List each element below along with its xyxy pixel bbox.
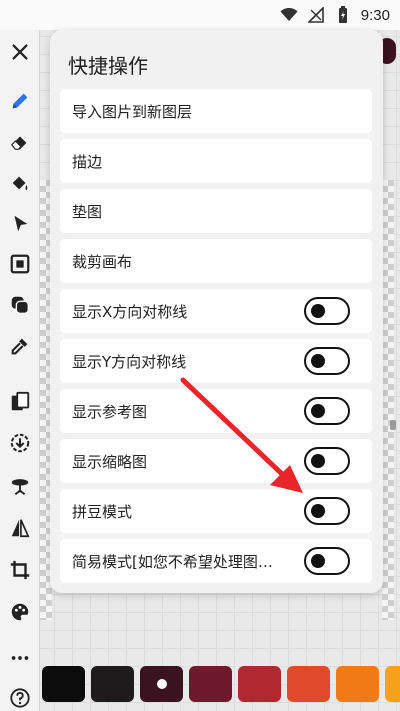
toggle-knob	[311, 404, 325, 418]
menu-item-label: 垫图	[72, 202, 103, 221]
fill-bucket-icon[interactable]	[4, 167, 36, 199]
menu-item-label: 简易模式[如您不希望处理图…	[72, 552, 273, 571]
toggle-knob	[311, 354, 325, 368]
copy-paste-icon[interactable]	[4, 386, 36, 418]
layers-icon[interactable]	[4, 289, 36, 321]
palette-icon[interactable]	[4, 596, 36, 628]
menu-item-crop-canvas[interactable]: 裁剪画布	[60, 239, 372, 283]
download-icon[interactable]	[4, 427, 36, 459]
menu-item-x-symmetry[interactable]: 显示X方向对称线	[60, 289, 372, 333]
more-icon[interactable]	[4, 642, 36, 674]
reference-toggle[interactable]	[304, 397, 350, 425]
flip-icon[interactable]	[4, 512, 36, 544]
help-icon[interactable]	[4, 682, 36, 711]
simple-mode-toggle[interactable]	[304, 547, 350, 575]
color-swatch[interactable]	[91, 666, 134, 702]
menu-item-label: 显示X方向对称线	[72, 302, 188, 321]
menu-item-bead-mode[interactable]: 拼豆模式	[60, 489, 372, 533]
lamp-icon[interactable]	[4, 470, 36, 502]
menu-item-label: 拼豆模式	[72, 502, 133, 521]
toggle-knob	[311, 304, 325, 318]
color-palette	[40, 666, 400, 706]
y-symmetry-toggle[interactable]	[304, 347, 350, 375]
menu-item-import-image[interactable]: 导入图片到新图层	[60, 89, 372, 133]
canvas-transparent-edge	[382, 180, 394, 620]
color-swatch[interactable]	[189, 666, 232, 702]
color-swatch[interactable]	[385, 666, 400, 702]
eraser-icon[interactable]	[4, 126, 36, 158]
x-symmetry-toggle[interactable]	[304, 297, 350, 325]
menu-item-simple-mode[interactable]: 简易模式[如您不希望处理图…	[60, 539, 372, 583]
menu-item-label: 导入图片到新图层	[72, 102, 193, 121]
menu-item-reference[interactable]: 显示参考图	[60, 389, 372, 433]
menu-item-y-symmetry[interactable]: 显示Y方向对称线	[60, 339, 372, 383]
eyedropper-icon[interactable]	[4, 330, 36, 362]
pencil-icon[interactable]	[4, 85, 36, 117]
toggle-knob	[311, 504, 325, 518]
scroll-handle[interactable]	[390, 420, 396, 430]
status-time: 9:30	[360, 6, 390, 24]
crop-icon[interactable]	[4, 554, 36, 586]
color-swatch[interactable]	[287, 666, 330, 702]
tool-sidebar	[0, 30, 40, 711]
signal-icon	[307, 6, 325, 24]
menu-item-label: 描边	[72, 152, 103, 171]
panel-title: 快捷操作	[68, 54, 148, 78]
battery-charging-icon	[334, 6, 352, 24]
color-swatch[interactable]	[238, 666, 281, 702]
status-bar: 9:30	[0, 0, 400, 30]
color-swatch[interactable]	[42, 666, 85, 702]
menu-item-label: 显示Y方向对称线	[72, 352, 187, 371]
selected-indicator	[156, 679, 167, 689]
toggle-knob	[311, 454, 325, 468]
toggle-knob	[311, 554, 325, 568]
quick-actions-panel: 快捷操作 导入图片到新图层 描边 垫图 裁剪画布 显示X方向对称线 显示Y方向对…	[50, 30, 383, 593]
menu-item-stroke[interactable]: 描边	[60, 139, 372, 183]
menu-item-underlay[interactable]: 垫图	[60, 189, 372, 233]
color-swatch[interactable]	[336, 666, 379, 702]
menu-item-label: 显示缩略图	[72, 452, 148, 471]
menu-item-label: 裁剪画布	[72, 252, 133, 271]
close-icon[interactable]	[4, 36, 36, 68]
select-arrow-icon[interactable]	[4, 208, 36, 240]
thumbnail-toggle[interactable]	[304, 447, 350, 475]
bead-mode-toggle[interactable]	[304, 497, 350, 525]
frame-select-icon[interactable]	[4, 248, 36, 280]
wifi-icon	[280, 6, 298, 24]
menu-item-label: 显示参考图	[72, 402, 148, 421]
menu-item-thumbnail[interactable]: 显示缩略图	[60, 439, 372, 483]
color-swatch[interactable]	[140, 666, 183, 702]
